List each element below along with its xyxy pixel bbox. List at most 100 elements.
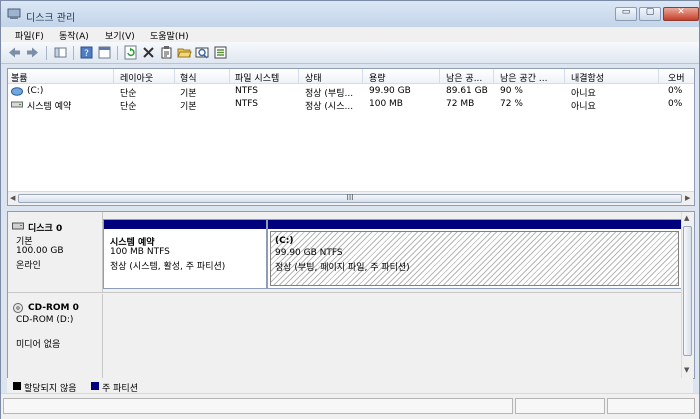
partition-status: 정상 (시스템, 활성, 주 파티션) (110, 262, 226, 272)
volume-drive-icon (11, 101, 23, 108)
column-divider[interactable] (113, 69, 114, 83)
wizard-icon[interactable] (213, 45, 228, 60)
horizontal-scrollbar[interactable]: ◀ III ▶ (8, 191, 694, 205)
volume-row[interactable]: 시스템 예약 단순 기본 NTFS 정상 (시스... 100 MB 72 MB… (8, 98, 694, 112)
maximize-button[interactable]: ▢ (639, 7, 661, 21)
menu-action[interactable]: 동작(A) (59, 29, 89, 42)
disk-name: 디스크 0 (28, 224, 63, 234)
maximize-icon: ▢ (645, 7, 655, 17)
column-divider[interactable] (564, 69, 565, 83)
status-bar (1, 393, 699, 419)
disk-divider (8, 292, 682, 293)
column-divider[interactable] (298, 69, 299, 83)
scroll-left-icon[interactable]: ◀ (10, 194, 15, 202)
partition-size-fs: 100 MB NTFS (110, 247, 170, 257)
close-button[interactable]: ✕ (663, 7, 699, 21)
cell-overhead: 0% (668, 86, 683, 96)
cell-type: 기본 (180, 102, 197, 112)
partition-name: (C:) (275, 236, 294, 246)
back-icon[interactable] (7, 45, 22, 60)
cell-fault-tolerance: 아니요 (571, 102, 596, 112)
cdrom-0-label[interactable]: CD-ROM 0 CD-ROM (D:) 미디어 없음 (8, 294, 103, 378)
rescan-icon[interactable] (195, 45, 210, 60)
scroll-grip: III (346, 193, 354, 202)
column-divider[interactable] (493, 69, 494, 83)
column-layout[interactable]: 레이아웃 (120, 71, 153, 84)
scroll-up-icon[interactable]: ▲ (684, 214, 689, 222)
toolbar-separator (73, 46, 74, 60)
delete-icon[interactable] (141, 45, 156, 60)
column-divider[interactable] (439, 69, 440, 83)
column-type[interactable]: 형식 (180, 71, 197, 84)
menu-view[interactable]: 보기(V) (105, 29, 135, 42)
toolbar-separator (117, 46, 118, 60)
disk-kind: CD-ROM (D:) (16, 315, 74, 325)
forward-icon[interactable] (25, 45, 40, 60)
disk-size: 100.00 GB (16, 246, 64, 256)
console-icon[interactable] (97, 45, 112, 60)
partition-c[interactable]: (C:) 99.90 GB NTFS 정상 (부팅, 페이지 파일, 주 파티션… (267, 219, 682, 289)
scroll-right-icon[interactable]: ▶ (685, 194, 690, 202)
cell-free-percent: 90 % (500, 86, 523, 96)
toolbar: ? (1, 42, 699, 64)
column-fault-tolerance[interactable]: 내결함성 (571, 71, 604, 84)
primary-partition-bar (268, 220, 681, 229)
vertical-scroll-thumb[interactable] (683, 226, 692, 356)
vertical-scrollbar[interactable]: ▲ ▼ (681, 212, 694, 378)
column-volume[interactable]: 볼륨 (11, 71, 28, 84)
disk-0-label[interactable]: 디스크 0 기본 100.00 GB 온라인 (8, 212, 103, 292)
refresh-icon[interactable] (123, 45, 138, 60)
column-divider[interactable] (362, 69, 363, 83)
open-icon[interactable] (177, 45, 192, 60)
disk-icon (12, 222, 24, 230)
column-filesystem[interactable]: 파일 시스템 (235, 71, 279, 84)
menu-file[interactable]: 파일(F) (15, 29, 44, 42)
window-title: 디스크 관리 (26, 13, 76, 24)
unallocated-swatch (13, 382, 21, 390)
disk-state: 온라인 (16, 261, 41, 271)
legend-bar: 할당되지 않음 주 파티션 (7, 378, 693, 394)
menu-help[interactable]: 도움말(H) (150, 29, 189, 42)
toolbar-separator (46, 46, 47, 60)
disk-management-icon (7, 8, 21, 19)
menu-bar: 파일(F) 동작(A) 보기(V) 도움말(H) (1, 27, 699, 42)
cell-status: 정상 (시스... (305, 102, 354, 112)
svg-text:?: ? (84, 49, 89, 59)
cdrom-icon (13, 303, 23, 313)
column-divider[interactable] (174, 69, 175, 83)
column-divider[interactable] (658, 69, 659, 83)
title-bar[interactable]: 디스크 관리 ▭ ▢ ✕ (1, 1, 699, 27)
cell-free-space: 72 MB (446, 99, 475, 109)
column-free-percent[interactable]: 남은 공간 ... (500, 71, 547, 84)
cell-filesystem: NTFS (235, 86, 258, 96)
cell-free-space: 89.61 GB (446, 86, 488, 96)
partition-body-selected: (C:) 99.90 GB NTFS 정상 (부팅, 페이지 파일, 주 파티션… (270, 231, 679, 286)
partition-body: 시스템 예약 100 MB NTFS 정상 (시스템, 활성, 주 파티션) (106, 231, 264, 286)
primary-partition-swatch (91, 382, 99, 390)
horizontal-scroll-thumb[interactable]: III (18, 193, 682, 203)
column-overhead[interactable]: 오버 (668, 71, 685, 84)
minimize-button[interactable]: ▭ (615, 7, 637, 21)
column-status[interactable]: 상태 (305, 71, 322, 84)
help-icon[interactable]: ? (79, 45, 94, 60)
status-panel (515, 398, 605, 414)
cell-overhead: 0% (668, 99, 683, 109)
partition-system-reserved[interactable]: 시스템 예약 100 MB NTFS 정상 (시스템, 활성, 주 파티션) (103, 219, 267, 289)
disk-name: CD-ROM 0 (28, 303, 79, 313)
disk-management-window: 디스크 관리 ▭ ▢ ✕ 파일(F) 동작(A) 보기(V) 도움말(H) ? … (0, 0, 700, 419)
properties-icon[interactable] (159, 45, 174, 60)
column-free-space[interactable]: 남은 공... (446, 71, 482, 84)
console-tree-icon[interactable] (53, 45, 68, 60)
minimize-icon: ▭ (621, 7, 631, 17)
partition-size-fs: 99.90 GB NTFS (275, 248, 343, 258)
volume-disk-icon (11, 87, 23, 96)
disk-state: 미디어 없음 (16, 340, 61, 350)
cell-capacity: 100 MB (369, 99, 403, 109)
cell-capacity: 99.90 GB (369, 86, 411, 96)
volume-row[interactable]: (C:) 단순 기본 NTFS 정상 (부팅... 99.90 GB 89.61… (8, 85, 694, 99)
close-icon: ✕ (677, 7, 685, 17)
scroll-down-icon[interactable]: ▼ (684, 366, 689, 374)
cell-free-percent: 72 % (500, 99, 523, 109)
column-divider[interactable] (229, 69, 230, 83)
column-capacity[interactable]: 용량 (369, 71, 386, 84)
